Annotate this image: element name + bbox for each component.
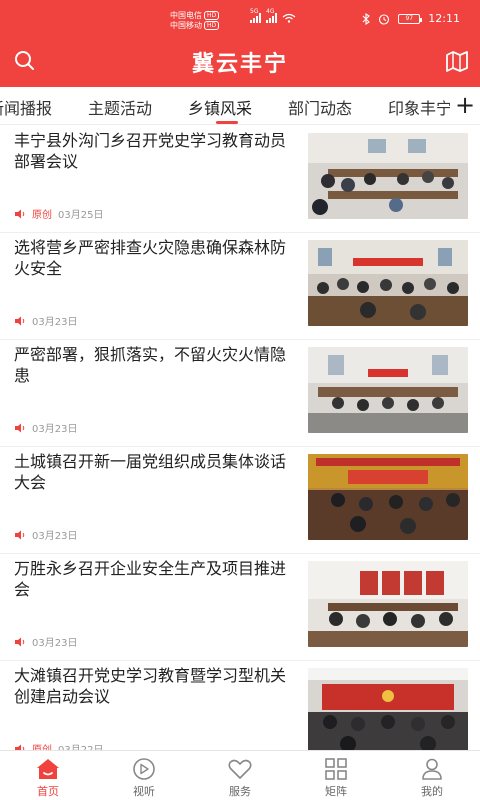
active-tab-indicator [216,121,238,124]
tab-departments[interactable]: 部门动态 [288,95,352,119]
news-date: 03月23日 [32,424,78,435]
news-meta: 03月23日 [14,313,77,328]
play-icon [133,758,155,780]
category-tabs: 新闻播报 主题活动 乡镇风采 部门动态 印象丰宁 + [0,87,480,125]
speaker-icon[interactable] [14,209,26,219]
carrier-info: 中国电信 HD 中国移动 HD [170,11,220,31]
news-meta: 03月23日 [14,527,77,542]
news-item[interactable]: 选将营乡严密排查火灾隐患确保森林防火安全 03月23日 [0,233,480,340]
nav-service-label: 服务 [229,785,251,798]
news-item[interactable]: 土城镇召开新一届党组织成员集体谈话大会 03月23日 [0,447,480,554]
carrier-1: 中国电信 [170,11,202,20]
origin-badge: 原创 [32,741,52,750]
speaker-icon[interactable] [14,316,26,326]
clock: 12:11 [428,12,460,25]
news-title: 严密部署，狠抓落实，不留火灾火情隐患 [14,345,287,385]
home-icon [37,759,59,779]
heart-icon [228,759,252,779]
net-2-label: 4G [266,8,275,15]
nav-video-label: 视听 [133,785,155,798]
news-feed: 丰宁县外沟门乡召开党史学习教育动员部署会议 原创 03月25日 选将营乡严密排查… [0,126,480,750]
add-tab-button[interactable]: + [450,87,480,124]
news-meta: 原创 03月22日 [14,741,103,750]
news-item[interactable]: 丰宁县外沟门乡召开党史学习教育动员部署会议 原创 03月25日 [0,126,480,233]
nav-home[interactable]: 首页 [0,751,96,800]
nav-service[interactable]: 服务 [192,751,288,800]
bluetooth-icon [362,12,371,25]
tab-impressions[interactable]: 印象丰宁 [388,95,452,119]
news-date: 03月22日 [58,741,103,750]
news-meta: 03月23日 [14,634,77,649]
carrier-2: 中国移动 [170,21,202,30]
battery-icon: 97 [398,13,423,24]
nav-profile-label: 我的 [421,785,443,798]
top-bar: 中国电信 HD 中国移动 HD 5G 4G 97 12:11 冀云丰宁 [0,0,480,87]
alarm-icon [379,13,390,25]
nav-matrix-label: 矩阵 [325,785,347,798]
tab-theme-activities[interactable]: 主题活动 [88,95,152,119]
news-title: 万胜永乡召开企业安全生产及项目推进会 [14,559,287,599]
news-thumbnail [308,454,468,540]
nav-home-label: 首页 [37,785,59,798]
news-thumbnail [308,668,468,750]
status-bar: 中国电信 HD 中国移动 HD 5G 4G 97 12:11 [0,0,480,40]
news-meta: 原创 03月25日 [14,206,103,221]
news-title: 大滩镇召开党史学习教育暨学习型机关创建启动会议 [14,666,287,706]
nav-video[interactable]: 视听 [96,751,192,800]
speaker-icon[interactable] [14,530,26,540]
news-item[interactable]: 大滩镇召开党史学习教育暨学习型机关创建启动会议 原创 03月22日 [0,661,480,750]
news-thumbnail [308,240,468,326]
wifi-icon [282,13,296,23]
status-right: 97 12:11 [362,12,460,25]
bottom-nav: 首页 视听 服务 矩阵 我的 [0,750,480,800]
map-button[interactable] [444,48,470,74]
news-thumbnail [308,133,468,219]
tab-news[interactable]: 新闻播报 [0,95,52,119]
net-1-label: 5G [250,8,259,15]
grid-icon [325,758,347,780]
news-date: 03月23日 [32,638,78,649]
nav-matrix[interactable]: 矩阵 [288,751,384,800]
news-date: 03月25日 [58,210,104,221]
news-title: 选将营乡严密排查火灾隐患确保森林防火安全 [14,238,287,278]
carrier-1-tag: HD [204,11,220,20]
news-title: 土城镇召开新一届党组织成员集体谈话大会 [14,452,287,492]
news-date: 03月23日 [32,317,78,328]
news-title: 丰宁县外沟门乡召开党史学习教育动员部署会议 [14,131,287,171]
user-icon [422,758,442,780]
battery-level: 97 [405,15,414,22]
tab-towns[interactable]: 乡镇风采 [188,95,252,119]
news-thumbnail [308,561,468,647]
network-icons: 5G 4G [250,8,296,23]
news-thumbnail [308,347,468,433]
speaker-icon[interactable] [14,423,26,433]
speaker-icon[interactable] [14,637,26,647]
news-meta: 03月23日 [14,420,77,435]
news-item[interactable]: 严密部署，狠抓落实，不留火灾火情隐患 03月23日 [0,340,480,447]
news-item[interactable]: 万胜永乡召开企业安全生产及项目推进会 03月23日 [0,554,480,661]
nav-profile[interactable]: 我的 [384,751,480,800]
app-title: 冀云丰宁 [191,52,288,77]
carrier-2-tag: HD [204,21,220,30]
map-icon [446,51,468,72]
origin-badge: 原创 [32,210,52,221]
news-date: 03月23日 [32,531,78,542]
